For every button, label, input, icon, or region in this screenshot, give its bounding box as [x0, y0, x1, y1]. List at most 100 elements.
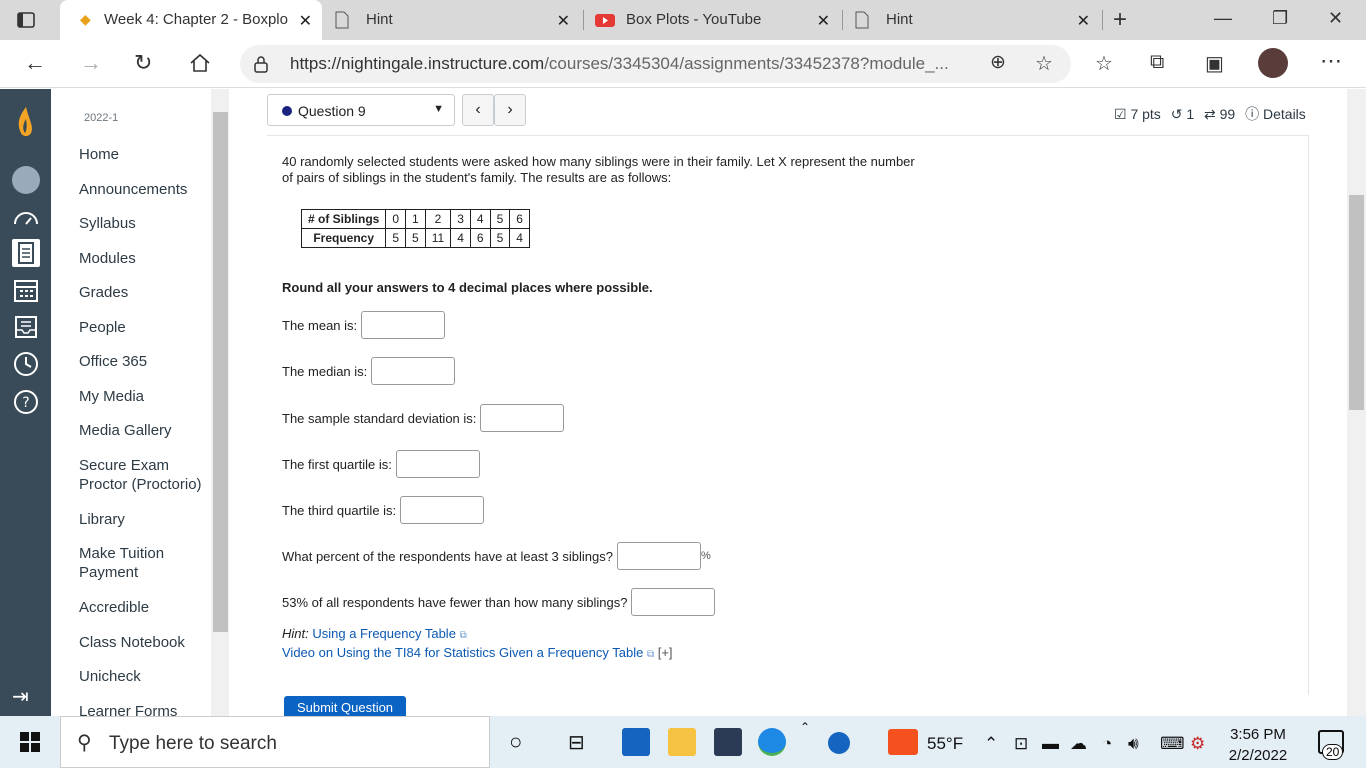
institution-logo-icon[interactable]	[12, 105, 40, 145]
chevron-up-icon[interactable]: ⌃	[800, 720, 810, 734]
minimize-icon[interactable]: —	[1214, 8, 1232, 29]
course-nav-accredible[interactable]: Accredible	[79, 598, 209, 617]
percent-label: What percent of the respondents have at …	[282, 548, 613, 564]
table-cell: 2	[424, 209, 452, 229]
course-nav-class-notebook[interactable]: Class Notebook	[79, 633, 209, 652]
info-icon[interactable]: ⓘ	[1245, 106, 1259, 122]
collapse-nav-icon[interactable]: ⇥	[12, 684, 29, 709]
course-nav-home[interactable]: Home	[79, 145, 209, 164]
course-nav-modules[interactable]: Modules	[79, 249, 209, 268]
course-nav-announcements[interactable]: Announcements	[79, 180, 209, 199]
keyboard-icon[interactable]: ⌨	[1160, 734, 1185, 754]
question-selector[interactable]: Question 9 ▼	[267, 94, 455, 126]
course-nav-media-gallery[interactable]: Media Gallery	[79, 421, 209, 440]
forward-icon[interactable]: →	[80, 50, 102, 76]
percent-input[interactable]	[616, 542, 701, 570]
more-icon[interactable]: ⋯	[1320, 48, 1342, 74]
courses-icon[interactable]	[12, 239, 40, 267]
q1-input[interactable]	[395, 450, 480, 478]
previous-question-button[interactable]: ‹	[462, 94, 494, 126]
calendar-icon[interactable]	[12, 276, 40, 304]
wifi-icon[interactable]: ◔	[1102, 734, 1112, 754]
taskbar-search[interactable]: ⚲ Type here to search	[60, 716, 490, 768]
app-icon[interactable]	[714, 728, 742, 756]
next-question-button[interactable]: ›	[494, 94, 526, 126]
windows-start-icon[interactable]	[20, 732, 40, 752]
course-nav-grades[interactable]: Grades	[79, 283, 209, 302]
tab-separator	[842, 10, 843, 30]
close-tab-icon[interactable]: ✕	[817, 11, 830, 31]
std-dev-input[interactable]	[480, 404, 565, 432]
add-favorite-icon[interactable]: ☆	[1035, 51, 1053, 76]
q3-input[interactable]	[400, 496, 485, 524]
battery-icon[interactable]: ▬	[1042, 734, 1059, 754]
q1-label: The first quartile is:	[282, 456, 392, 472]
course-nav-office365[interactable]: Office 365	[79, 352, 209, 371]
hint-link[interactable]: Using a Frequency Table	[312, 626, 456, 641]
new-tab-icon[interactable]: +	[1113, 6, 1127, 34]
tab-separator	[1102, 10, 1103, 30]
store-icon[interactable]	[622, 728, 650, 756]
account-avatar-icon[interactable]	[12, 166, 40, 194]
window-close-icon[interactable]: ✕	[1328, 8, 1343, 29]
close-tab-icon[interactable]: ✕	[1077, 11, 1090, 31]
course-nav-people[interactable]: People	[79, 318, 209, 337]
course-nav-scroll-thumb[interactable]	[213, 112, 228, 632]
home-icon[interactable]	[189, 53, 211, 73]
table-row: # of Siblings 0 1 2 3 4 5 6	[300, 209, 530, 229]
fewer-than-input[interactable]	[631, 588, 716, 616]
undo-icon[interactable]: ↺	[1171, 106, 1183, 122]
extension-icon[interactable]: ▣	[1205, 51, 1224, 76]
volume-icon[interactable]: 🔊︎	[1128, 734, 1139, 754]
q3-row: The third quartile is:	[282, 496, 485, 524]
video-link[interactable]: Video on Using the TI84 for Statistics G…	[282, 645, 643, 660]
table-cell: 11	[424, 228, 452, 248]
clock[interactable]: 3:56 PM 2/2/2022	[1225, 724, 1291, 766]
clock-date: 2/2/2022	[1228, 747, 1288, 764]
help-app-icon[interactable]	[828, 732, 850, 754]
table-header: # of Siblings	[300, 209, 387, 229]
mean-input[interactable]	[361, 311, 446, 339]
frequency-table: # of Siblings 0 1 2 3 4 5 6 Frequency 5 …	[300, 209, 530, 248]
details-link[interactable]: Details	[1263, 106, 1306, 122]
favorites-icon[interactable]: ☆	[1095, 51, 1113, 76]
course-nav-proctorio[interactable]: Secure Exam Proctor (Proctorio)	[79, 456, 209, 494]
cortana-icon[interactable]: ○	[509, 729, 522, 755]
onedrive-icon[interactable]: ☁	[1070, 734, 1087, 754]
close-tab-icon[interactable]: ✕	[299, 11, 312, 31]
file-explorer-icon[interactable]	[668, 728, 696, 756]
edge-icon[interactable]	[758, 728, 786, 756]
meet-now-icon[interactable]: ⊡	[1014, 734, 1028, 754]
collections-icon[interactable]: ⧉	[1150, 51, 1164, 74]
course-nav-library[interactable]: Library	[79, 510, 209, 529]
help-icon[interactable]: ?	[12, 388, 40, 416]
weather-icon[interactable]	[888, 729, 918, 755]
tab-hint-1[interactable]: Hint ✕	[325, 0, 580, 40]
zoom-icon[interactable]: ⊕	[990, 51, 1006, 74]
tab-actions-icon[interactable]	[16, 10, 36, 30]
task-view-icon[interactable]: ⊟	[568, 730, 585, 755]
tray-overflow-icon[interactable]: ⌃	[984, 734, 998, 754]
security-icon[interactable]: ⚙	[1190, 734, 1205, 754]
tab-hint-2[interactable]: Hint ✕	[845, 0, 1100, 40]
course-nav-syllabus[interactable]: Syllabus	[79, 214, 209, 233]
back-icon[interactable]: ←	[24, 50, 46, 76]
refresh-icon[interactable]: ↻	[134, 50, 152, 76]
course-nav-my-media[interactable]: My Media	[79, 387, 209, 406]
inbox-icon[interactable]	[12, 313, 40, 341]
dashboard-icon[interactable]	[12, 204, 40, 232]
expand-toggle[interactable]: [+]	[658, 645, 673, 660]
tab-youtube[interactable]: Box Plots - YouTube ✕	[585, 0, 840, 40]
median-input[interactable]	[371, 357, 456, 385]
restore-icon[interactable]: ❐	[1272, 8, 1288, 29]
canvas-favicon-icon: ◆	[80, 11, 91, 27]
tab-title: Box Plots - YouTube	[626, 11, 762, 28]
history-icon[interactable]	[12, 350, 40, 378]
url-text: https://nightingale.instructure.com/cour…	[290, 54, 949, 74]
course-nav-tuition[interactable]: Make Tuition Payment	[79, 544, 209, 582]
page-scroll-thumb[interactable]	[1349, 195, 1364, 410]
tab-week4[interactable]: ◆ Week 4: Chapter 2 - Boxplo ✕	[60, 0, 322, 40]
close-tab-icon[interactable]: ✕	[557, 11, 570, 31]
course-nav-unicheck[interactable]: Unicheck	[79, 667, 209, 686]
profile-avatar[interactable]	[1258, 48, 1288, 78]
